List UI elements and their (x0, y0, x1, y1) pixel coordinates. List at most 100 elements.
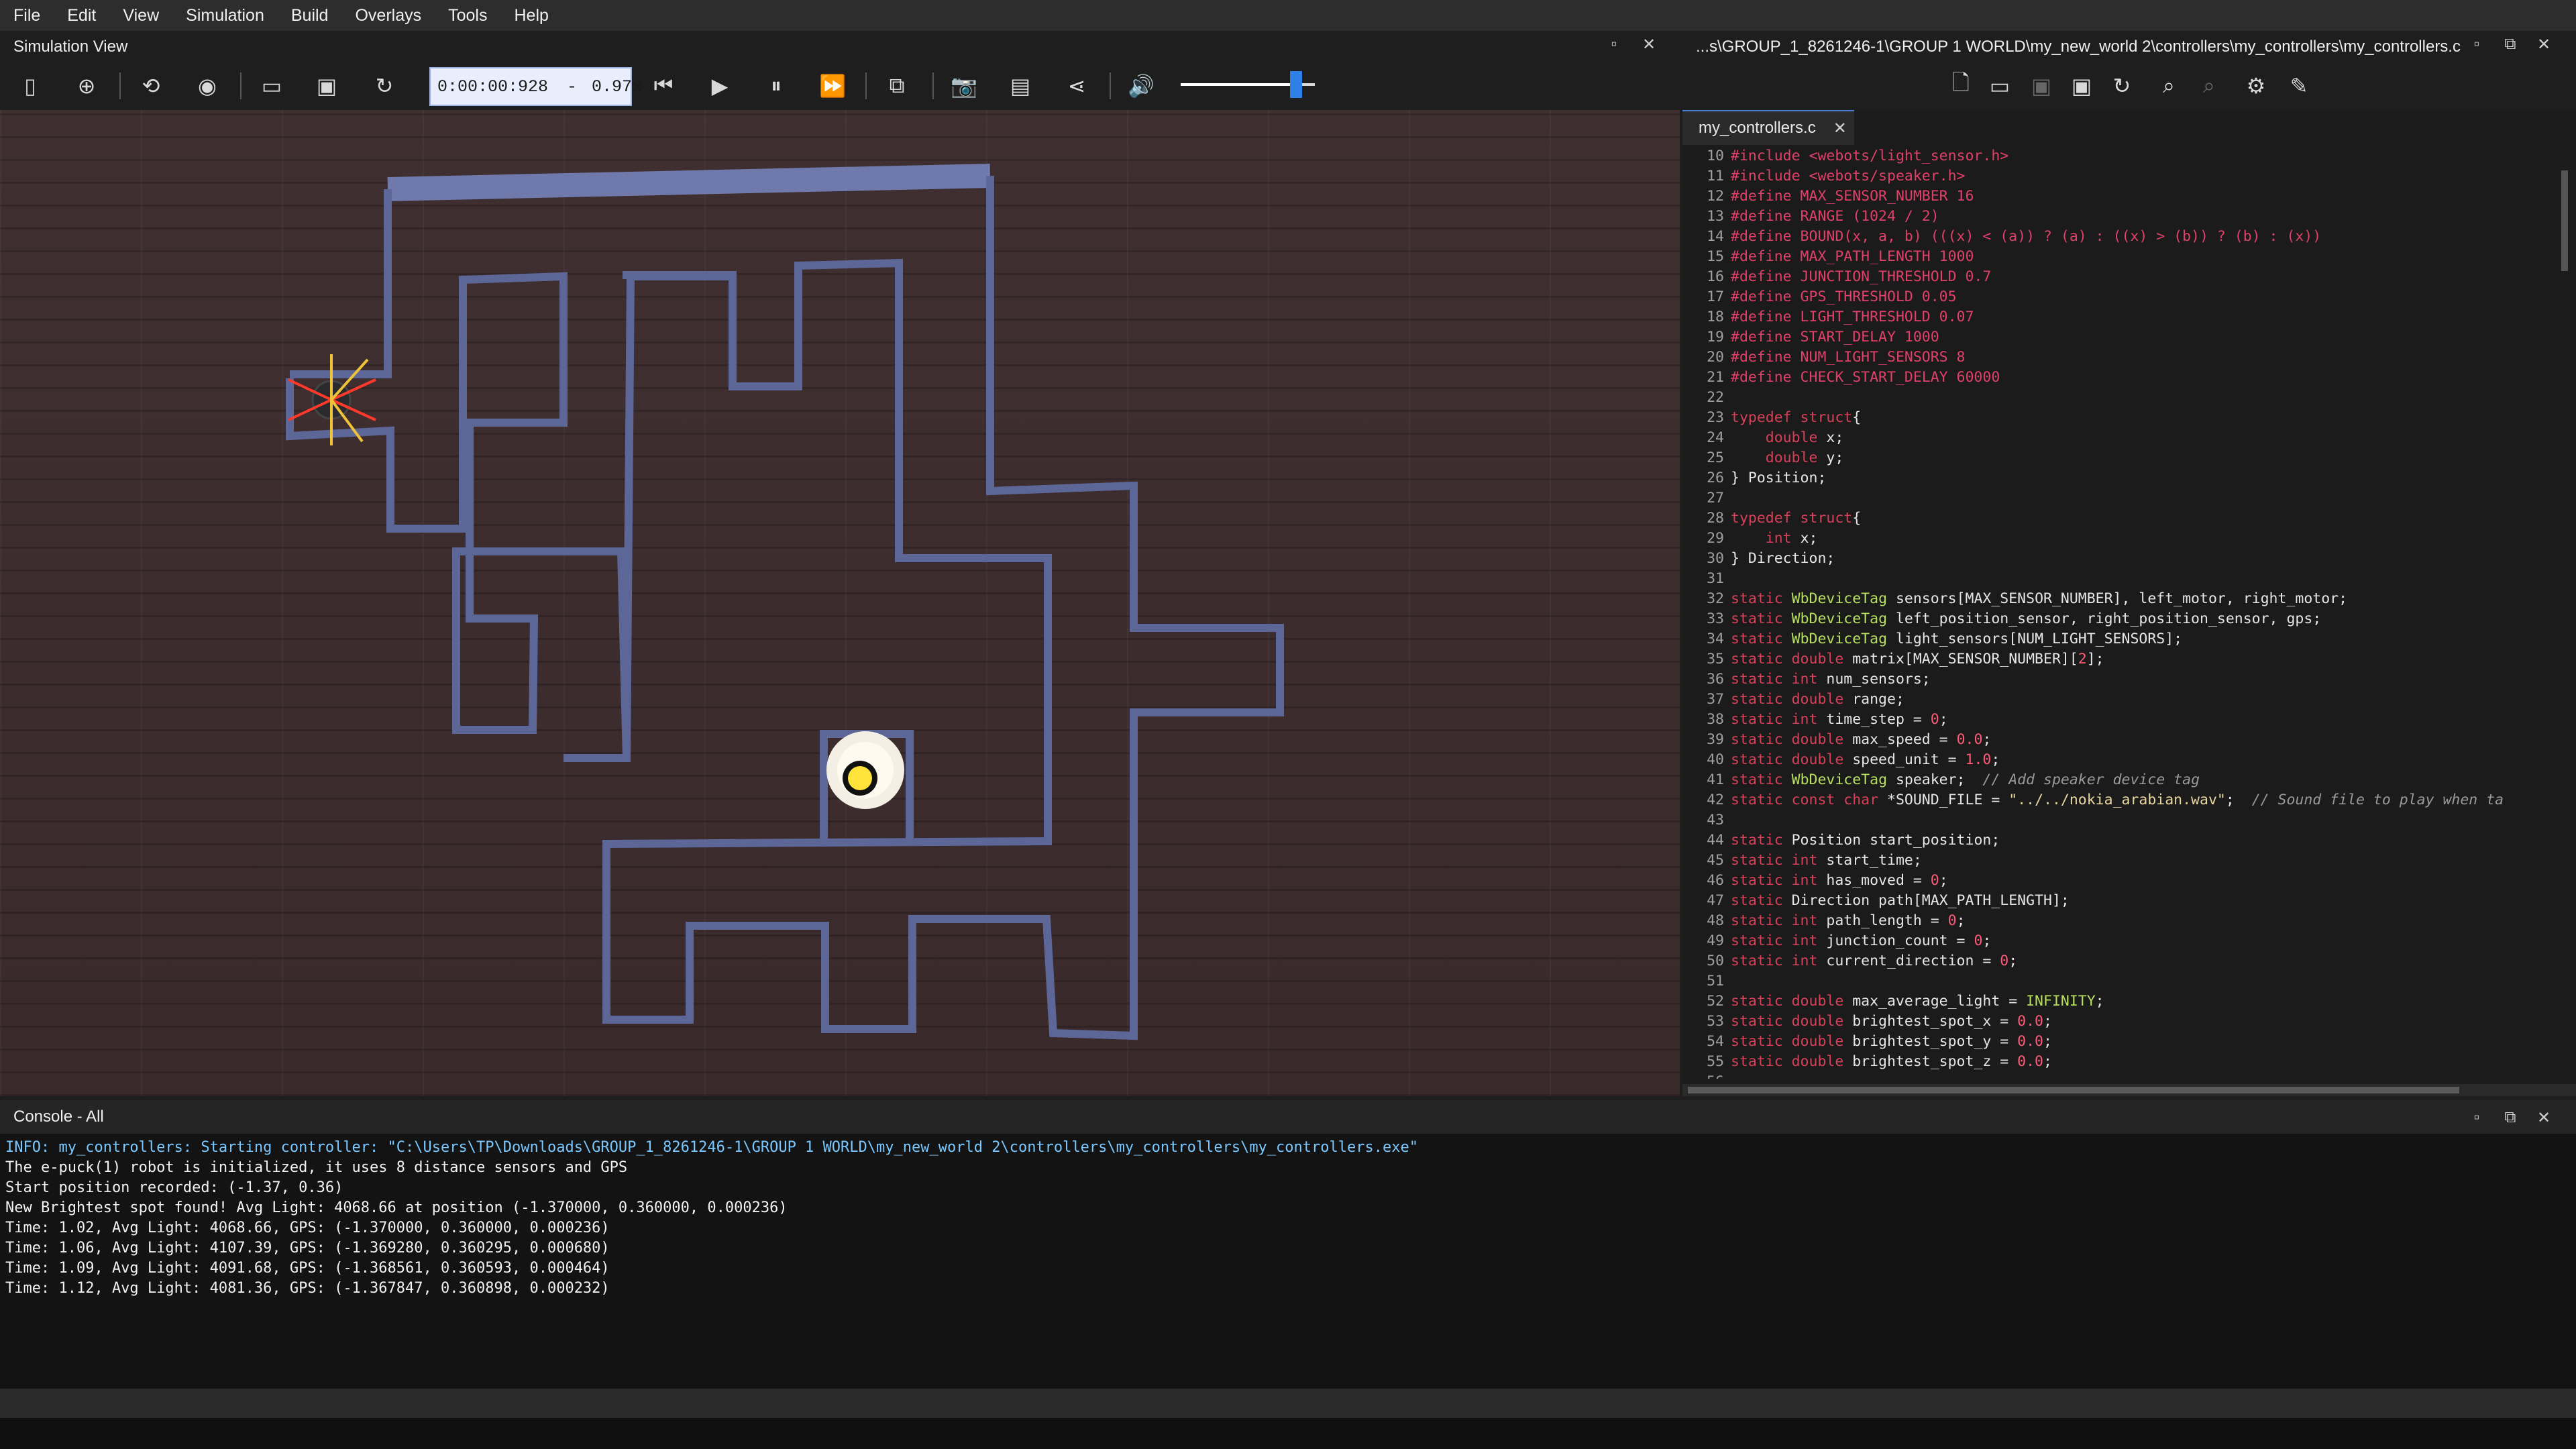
code-token: static int (1731, 872, 1818, 889)
editor-horizontal-scrollbar-thumb[interactable] (1688, 1087, 2459, 1093)
replace-icon[interactable]: ⌕ (2191, 70, 2227, 102)
code-token: light_sensors[NUM_LIGHT_SENSORS]; (1887, 631, 2183, 647)
menu-view[interactable]: View (109, 6, 172, 25)
fast-forward-icon[interactable]: ⏩ (814, 70, 851, 102)
line-number: 37 (1707, 691, 1724, 708)
editor-horizontal-scrollbar-track[interactable] (1682, 1084, 2576, 1096)
add-node-icon[interactable]: ⊕ (68, 70, 105, 102)
sim-float-icon[interactable]: ▫ (1602, 35, 1626, 54)
code-token: } Direction; (1731, 550, 1835, 567)
open-file-icon[interactable]: ▭ (1982, 70, 2018, 102)
line-number: 34 (1707, 631, 1724, 647)
line-number: 33 (1707, 610, 1724, 627)
console-line: Time: 1.06, Avg Light: 4107.39, GPS: (-1… (5, 1240, 610, 1256)
code-token: // Add speaker device tag (1982, 771, 2200, 788)
code-token: #define NUM_LIGHT_SENSORS 8 (1731, 349, 1966, 366)
menu-simulation[interactable]: Simulation (172, 6, 278, 25)
new-file-icon[interactable]: 🗋 (1943, 70, 1979, 102)
code-line: 41 static WbDeviceTag speaker; // Add spe… (1682, 770, 2555, 790)
code-line: 17 #define GPS_THRESHOLD 0.05 (1682, 287, 2555, 307)
tab-my-controllers[interactable]: my_controllers.c ✕ (1682, 110, 1854, 145)
console-output[interactable]: INFO: my_controllers: Starting controlle… (0, 1138, 2576, 1299)
rendering-toggle-icon[interactable]: ⧉ (879, 70, 915, 102)
code-token: static (1731, 771, 1783, 788)
volume-icon[interactable]: 🔊 (1123, 70, 1159, 102)
menu-help[interactable]: Help (500, 6, 561, 25)
code-token: static double (1731, 651, 1844, 667)
line-number: 11 (1707, 168, 1724, 184)
play-icon[interactable]: ▶ (702, 70, 738, 102)
code-token: ]; (2086, 651, 2104, 667)
line-number: 32 (1707, 590, 1724, 607)
code-token: x; (1791, 530, 1818, 547)
code-editor-panel: my_controllers.c ✕ 10 #include <webots/li… (1682, 110, 2576, 1096)
console-header: Console - All (0, 1100, 2576, 1134)
find-icon[interactable]: ⌕ (2151, 70, 2187, 102)
line-number: 40 (1707, 751, 1724, 768)
code-token: WbDeviceTag (1791, 590, 1888, 607)
editor-close-icon[interactable]: ✕ (2532, 35, 2556, 54)
code-token: ; (1956, 912, 1966, 929)
console-line: Time: 1.09, Avg Light: 4091.68, GPS: (-1… (5, 1260, 610, 1277)
console-float-icon[interactable]: ▫ (2465, 1108, 2489, 1127)
line-number: 42 (1707, 792, 1724, 808)
menu-file[interactable]: File (0, 6, 54, 25)
revert-icon[interactable]: ↻ (2104, 70, 2140, 102)
line-number: 27 (1707, 490, 1724, 506)
save-world-icon[interactable]: ▣ (309, 70, 345, 102)
screenshot-icon[interactable]: 📷 (946, 70, 982, 102)
build-settings-icon[interactable]: ⚙ (2238, 70, 2274, 102)
code-token: 0.0 (2017, 1053, 2044, 1070)
code-area[interactable]: 10 #include <webots/light_sensor.h> 11 #inc… (1682, 146, 2555, 1079)
line-number: 51 (1707, 973, 1724, 989)
code-token: static (1731, 832, 1783, 849)
editor-vertical-scrollbar[interactable] (2561, 170, 2568, 271)
view-icon[interactable]: ◉ (189, 70, 225, 102)
menu-edit[interactable]: Edit (54, 6, 109, 25)
reset-simulation-icon[interactable]: ↻ (366, 70, 402, 102)
code-token: static (1731, 892, 1783, 909)
console-line: Time: 1.02, Avg Light: 4068.66, GPS: (-1… (5, 1220, 610, 1236)
save-file-icon[interactable]: ▣ (2023, 70, 2059, 102)
code-token: ; (2225, 792, 2252, 808)
editor-maximize-icon[interactable]: ⧉ (2498, 35, 2522, 54)
code-token: ; (2095, 993, 2104, 1010)
simulation-3d-view[interactable] (0, 110, 1680, 1096)
code-token: static double (1731, 1053, 1844, 1070)
code-line: 33 static WbDeviceTag left_position_senso… (1682, 609, 2555, 629)
code-token: static double (1731, 751, 1844, 768)
code-token: Direction path[MAX_PATH_LENGTH]; (1782, 892, 2070, 909)
reload-world-icon[interactable]: ⟲ (133, 70, 169, 102)
code-token: junction_count = (1817, 932, 1974, 949)
code-token: ; (1982, 731, 1992, 748)
line-number: 23 (1707, 409, 1724, 426)
code-line: 10 #include <webots/light_sensor.h> (1682, 146, 2555, 166)
record-movie-icon[interactable]: ▤ (1002, 70, 1038, 102)
save-as-icon[interactable]: ▣ (2063, 70, 2100, 102)
console-maximize-icon[interactable]: ⧉ (2498, 1108, 2522, 1127)
console-close-icon[interactable]: ✕ (2532, 1108, 2556, 1128)
pause-icon[interactable]: ⏸ (758, 70, 794, 102)
menu-tools[interactable]: Tools (435, 6, 500, 25)
tab-close-icon[interactable]: ✕ (1833, 119, 1847, 138)
volume-slider-thumb[interactable] (1290, 71, 1302, 98)
line-number: 56 (1682, 1072, 1731, 1079)
clean-build-icon[interactable]: ✎ (2281, 70, 2317, 102)
menu-build[interactable]: Build (278, 6, 342, 25)
code-line: 45 static int start_time; (1682, 851, 2555, 871)
sim-close-icon[interactable]: ✕ (1637, 35, 1661, 54)
editor-float-icon[interactable]: ▫ (2465, 35, 2489, 54)
code-token: *SOUND_FILE = (1878, 792, 2009, 808)
share-icon[interactable]: ⋖ (1059, 70, 1095, 102)
code-line: 37 static double range; (1682, 690, 2555, 710)
code-token: ; (2043, 1013, 2052, 1030)
menu-overlays[interactable]: Overlays (341, 6, 435, 25)
line-number: 21 (1707, 369, 1724, 386)
step-back-icon[interactable]: ⏮ (645, 70, 682, 102)
toggle-scene-tree-icon[interactable]: ▯ (12, 70, 48, 102)
menu-bar: File Edit View Simulation Build Overlays Tools… (0, 0, 2576, 31)
code-token: static int (1731, 932, 1818, 949)
line-number: 47 (1707, 892, 1724, 909)
open-world-icon[interactable]: ▭ (254, 70, 290, 102)
